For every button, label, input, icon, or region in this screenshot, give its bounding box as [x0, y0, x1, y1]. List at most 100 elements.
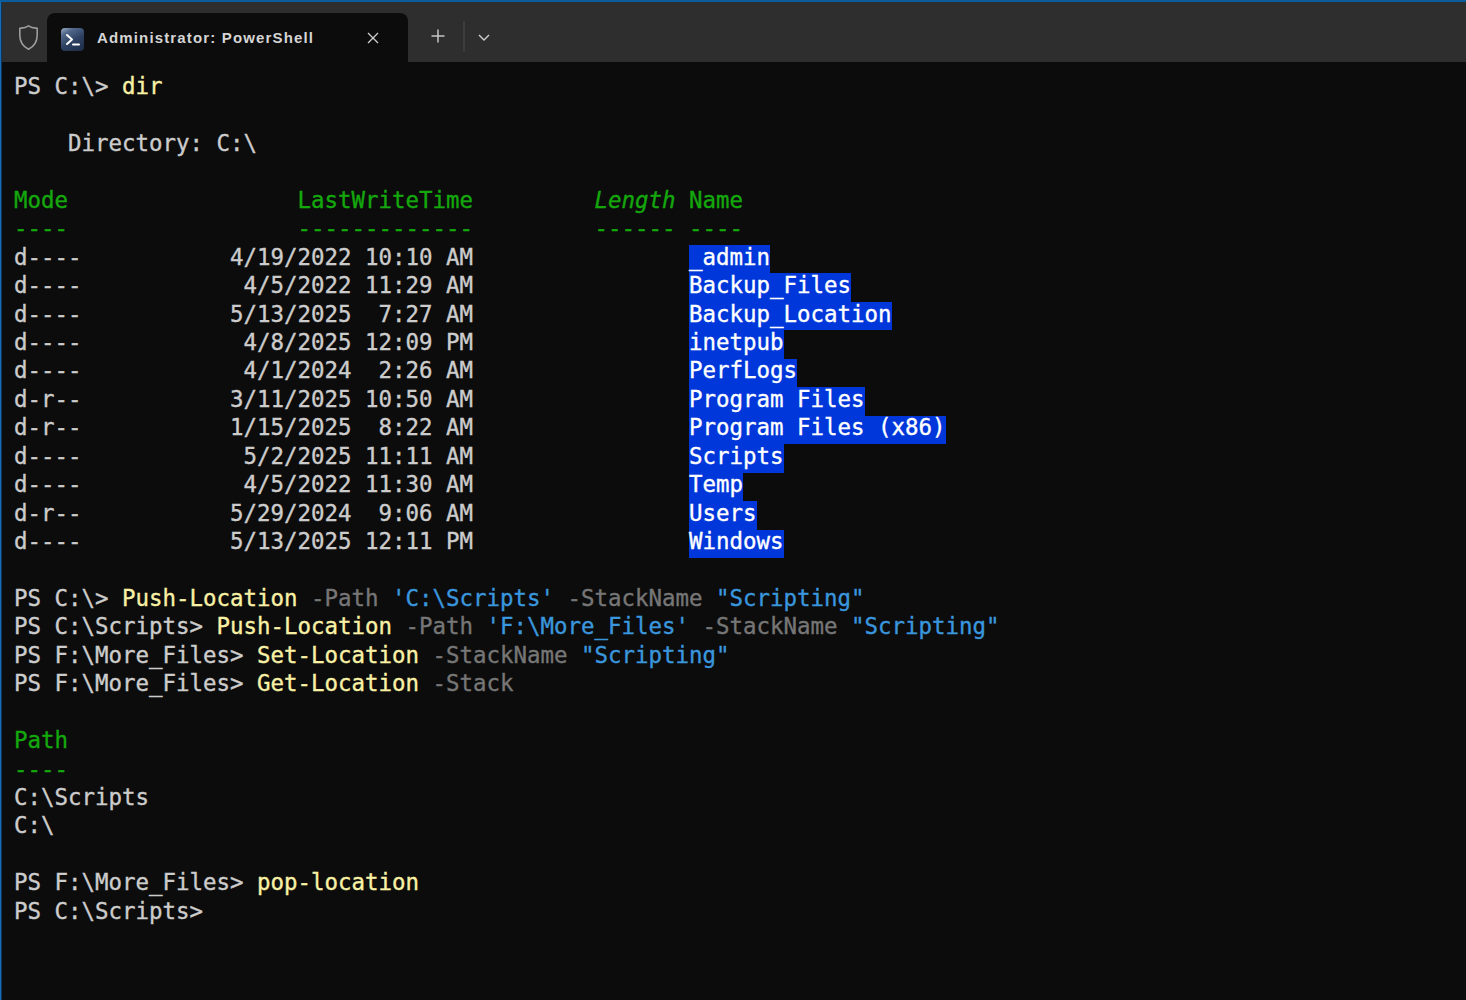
- terminal-line-19: PS C:\Scripts> Push-Location -Path 'F:\M…: [14, 612, 1000, 640]
- tab-administrator-powershell[interactable]: Administrator: PowerShell: [47, 13, 408, 62]
- terminal-segment: [298, 585, 312, 611]
- terminal-segment: Directory: C:\: [14, 130, 257, 156]
- terminal-line-11: d-r-- 3/11/2025 10:50 AM Program Files: [14, 385, 1000, 413]
- terminal-line-1: [14, 100, 1000, 128]
- terminal-segment: Push-Location: [122, 585, 298, 611]
- terminal-segment: PS C:\Scripts>: [14, 898, 203, 924]
- terminal-line-20: PS F:\More_Files> Set-Location -StackNam…: [14, 641, 1000, 669]
- terminal-segment: d-r-- 1/15/2025 8:22 AM: [14, 414, 689, 440]
- terminal-line-22: [14, 698, 1000, 726]
- terminal-segment: [419, 670, 433, 696]
- terminal-segment: PS F:\More_Files>: [14, 670, 257, 696]
- directory-name: _admin: [689, 244, 770, 270]
- terminal-segment: PS C:\Scripts>: [14, 613, 217, 639]
- terminal-segment: d---- 4/5/2022 11:30 AM: [14, 471, 689, 497]
- terminal-segment: pop-location: [257, 869, 419, 895]
- terminal-segment: 'F:\More_Files': [487, 613, 690, 639]
- terminal-segment: [392, 613, 406, 639]
- terminal-segment: d---- 5/2/2025 11:11 AM: [14, 443, 689, 469]
- terminal-line-5: ---- ------------- ------ ----: [14, 214, 1000, 242]
- terminal-line-6: d---- 4/19/2022 10:10 AM _admin: [14, 243, 1000, 271]
- directory-name: PerfLogs: [689, 357, 797, 383]
- terminal-segment: Set-Location: [257, 642, 419, 668]
- terminal-line-24: ----: [14, 755, 1000, 783]
- terminal-segment: PS F:\More_Files>: [14, 642, 257, 668]
- terminal-segment: Mode LastWriteTime: [14, 187, 594, 213]
- terminal-segment: PS C:\>: [14, 585, 122, 611]
- terminal-segment: C:\: [14, 812, 55, 838]
- terminal-segment: ----: [14, 756, 68, 782]
- terminal-output: PS C:\> dir Directory: C:\ Mode LastWrit…: [0, 72, 1000, 925]
- terminal-segment: PS F:\More_Files>: [14, 869, 257, 895]
- terminal-segment: -StackName: [432, 642, 567, 668]
- terminal-segment: [703, 585, 717, 611]
- terminal-line-16: d---- 5/13/2025 12:11 PM Windows: [14, 527, 1000, 555]
- directory-name: Scripts: [689, 443, 784, 469]
- terminal-segment: 'C:\Scripts': [392, 585, 554, 611]
- terminal-line-7: d---- 4/5/2022 11:29 AM Backup_Files: [14, 271, 1000, 299]
- terminal-segment: [554, 585, 568, 611]
- terminal-segment: Push-Location: [217, 613, 393, 639]
- directory-name: inetpub: [689, 329, 784, 355]
- terminal-segment: -StackName: [568, 585, 703, 611]
- terminal-segment: "Scripting": [851, 613, 1000, 639]
- terminal-line-29: PS C:\Scripts>: [14, 897, 1000, 925]
- terminal-line-4: Mode LastWriteTime Length Name: [14, 186, 1000, 214]
- terminal-segment: d---- 4/1/2024 2:26 AM: [14, 357, 689, 383]
- directory-name: Backup_Location: [689, 301, 892, 327]
- terminal-line-12: d-r-- 1/15/2025 8:22 AM Program Files (x…: [14, 413, 1000, 441]
- terminal-line-0: PS C:\> dir: [14, 72, 1000, 100]
- directory-name: Program Files: [689, 386, 865, 412]
- terminal-line-17: [14, 555, 1000, 583]
- terminal-segment: C:\Scripts: [14, 784, 149, 810]
- dropdown-chevron-icon[interactable]: [477, 33, 491, 42]
- shield-icon: [17, 24, 40, 51]
- terminal-segment: [473, 613, 487, 639]
- terminal-segment: Name: [675, 187, 743, 213]
- directory-name: Windows: [689, 528, 784, 554]
- terminal-line-18: PS C:\> Push-Location -Path 'C:\Scripts'…: [14, 584, 1000, 612]
- terminal-segment: d---- 5/13/2025 12:11 PM: [14, 528, 689, 554]
- close-icon[interactable]: [366, 31, 380, 45]
- terminal-segment: ---- ------------- ------ ----: [14, 215, 743, 241]
- terminal-segment: [379, 585, 393, 611]
- terminal-line-21: PS F:\More_Files> Get-Location -Stack: [14, 669, 1000, 697]
- terminal-line-15: d-r-- 5/29/2024 9:06 AM Users: [14, 499, 1000, 527]
- terminal-line-10: d---- 4/1/2024 2:26 AM PerfLogs: [14, 356, 1000, 384]
- tab-separator: [463, 21, 465, 52]
- terminal-segment: "Scripting": [716, 585, 865, 611]
- terminal-segment: [689, 613, 703, 639]
- terminal-segment: PS C:\>: [14, 73, 122, 99]
- terminal-segment: -Path: [406, 613, 474, 639]
- directory-name: Users: [689, 500, 757, 526]
- terminal-segment: -Path: [311, 585, 379, 611]
- terminal-segment: "Scripting": [581, 642, 730, 668]
- new-tab-icon[interactable]: [430, 28, 446, 44]
- terminal-segment: d---- 4/19/2022 10:10 AM: [14, 244, 689, 270]
- terminal-line-9: d---- 4/8/2025 12:09 PM inetpub: [14, 328, 1000, 356]
- terminal-line-14: d---- 4/5/2022 11:30 AM Temp: [14, 470, 1000, 498]
- window-accent-border-left-inner: [1, 2, 2, 1000]
- terminal-segment: [419, 642, 433, 668]
- terminal-line-27: [14, 840, 1000, 868]
- terminal-segment: d-r-- 5/29/2024 9:06 AM: [14, 500, 689, 526]
- terminal-segment: d---- 5/13/2025 7:27 AM: [14, 301, 689, 327]
- directory-name: Backup_Files: [689, 272, 851, 298]
- window-accent-border-top: [0, 0, 1466, 2]
- directory-name: Temp: [689, 471, 743, 497]
- terminal-segment: d---- 4/5/2022 11:29 AM: [14, 272, 689, 298]
- terminal-line-3: [14, 157, 1000, 185]
- directory-name: Program Files (x86): [689, 414, 945, 440]
- terminal-line-25: C:\Scripts: [14, 783, 1000, 811]
- terminal-line-13: d---- 5/2/2025 11:11 AM Scripts: [14, 442, 1000, 470]
- terminal-segment: Length: [594, 187, 675, 213]
- terminal-line-26: C:\: [14, 811, 1000, 839]
- terminal-segment: [838, 613, 852, 639]
- terminal-segment: dir: [122, 73, 163, 99]
- terminal-segment: -Stack: [432, 670, 513, 696]
- tab-bar: Administrator: PowerShell: [2, 2, 1466, 62]
- terminal-segment: -StackName: [703, 613, 838, 639]
- terminal-segment: [567, 642, 581, 668]
- terminal-segment: Get-Location: [257, 670, 419, 696]
- powershell-icon: [61, 28, 84, 51]
